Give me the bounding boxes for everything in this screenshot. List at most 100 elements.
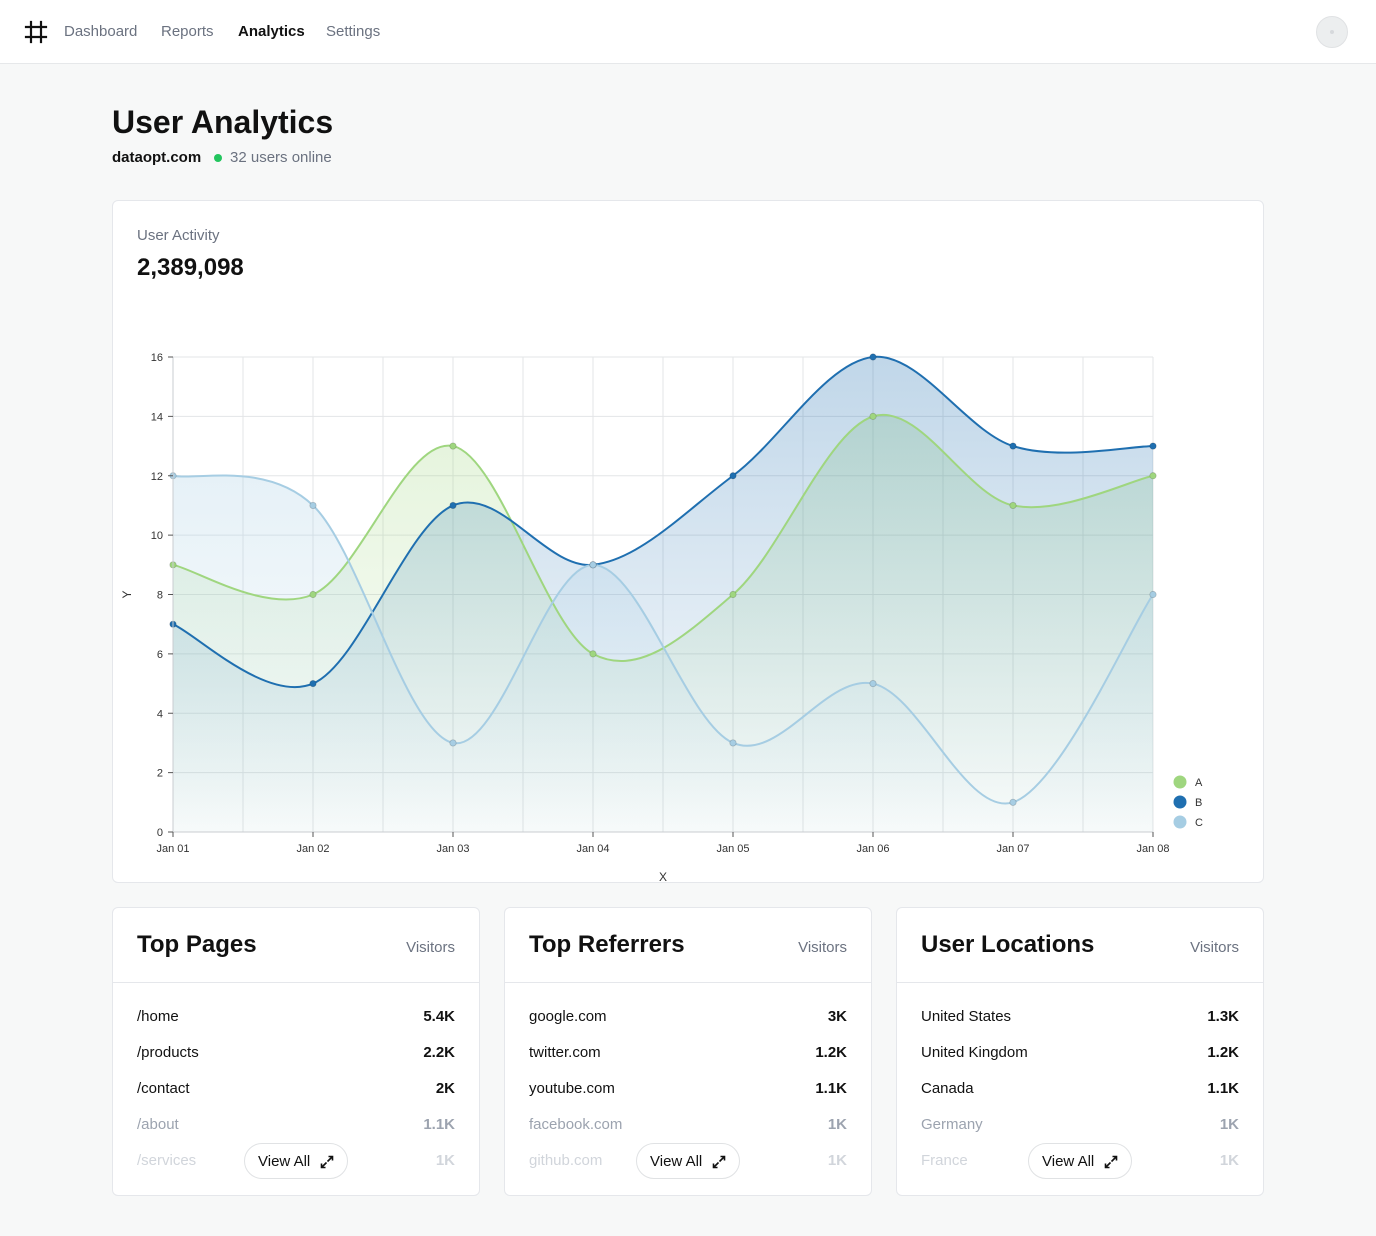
y-axis-label: Y	[120, 590, 134, 598]
list-item[interactable]: google.com 3K	[529, 1007, 847, 1027]
expand-icon	[320, 1155, 334, 1169]
x-tick-label: Jan 04	[576, 843, 609, 855]
y-tick-label: 12	[151, 471, 163, 483]
data-point-C	[729, 739, 737, 747]
user-locations-card: User Locations Visitors United States 1.3…	[896, 907, 1264, 1196]
nav-link-analytics[interactable]: Analytics	[238, 22, 305, 42]
online-status-dot	[214, 154, 222, 162]
list-item[interactable]: /about 1.1K	[137, 1115, 455, 1135]
x-tick-label: Jan 07	[996, 843, 1029, 855]
list-item-name: Canada	[921, 1080, 974, 1097]
list-item-name: /home	[137, 1008, 179, 1025]
legend-swatch-C	[1173, 815, 1187, 829]
data-point-A	[869, 412, 877, 420]
list-item-value: 1K	[1219, 1152, 1239, 1169]
visitors-column-header: Visitors	[798, 939, 847, 956]
view-all-pages-button[interactable]: View All	[244, 1143, 348, 1179]
list-item[interactable]: United Kingdom 1.2K	[921, 1043, 1239, 1063]
x-tick-label: Jan 08	[1136, 843, 1169, 855]
legend-label-C: C	[1195, 817, 1203, 829]
list-item[interactable]: /contact 2K	[137, 1079, 455, 1099]
list-item-value: 1.1K	[1207, 1080, 1239, 1097]
list-item-name: /products	[137, 1044, 199, 1061]
list-item-value: 5.4K	[423, 1008, 455, 1025]
view-all-referrers-button[interactable]: View All	[636, 1143, 740, 1179]
user-locations-title: User Locations	[921, 931, 1095, 958]
y-tick-label: 16	[151, 352, 163, 364]
top-referrers-card: Top Referrers Visitors google.com 3K twit…	[504, 907, 872, 1196]
nav-link-settings[interactable]: Settings	[326, 22, 380, 42]
divider	[897, 982, 1263, 983]
list-item[interactable]: facebook.com 1K	[529, 1115, 847, 1135]
top-referrers-title: Top Referrers	[529, 931, 685, 958]
data-point-A	[449, 442, 457, 450]
list-item-name: google.com	[529, 1008, 607, 1025]
list-item[interactable]: Germany 1K	[921, 1115, 1239, 1135]
list-item[interactable]: youtube.com 1.1K	[529, 1079, 847, 1099]
data-point-A	[729, 590, 737, 599]
nav-link-reports[interactable]: Reports	[161, 22, 214, 42]
list-item-name: France	[921, 1152, 968, 1169]
top-pages-title: Top Pages	[137, 931, 257, 958]
data-point-C	[309, 501, 317, 510]
data-point-C	[449, 739, 457, 747]
list-item[interactable]: Canada 1.1K	[921, 1079, 1239, 1099]
x-tick-label: Jan 05	[716, 843, 749, 855]
user-activity-card: User Activity 2,389,098 0 2 4 6 8 10 12 14 16 Jan…	[112, 200, 1264, 883]
list-item-name: United States	[921, 1008, 1012, 1025]
top-pages-card: Top Pages Visitors /home 5.4K /products 2.…	[112, 907, 480, 1196]
list-item-value: 1.1K	[815, 1080, 847, 1097]
list-item[interactable]: /home 5.4K	[137, 1007, 455, 1027]
list-item-name: /contact	[137, 1080, 190, 1097]
y-tick-label: 10	[151, 530, 163, 542]
data-point-B	[869, 353, 877, 361]
list-item[interactable]: United States 1.3K	[921, 1007, 1239, 1027]
data-point-A	[309, 590, 317, 599]
list-item-name: youtube.com	[529, 1080, 615, 1097]
user-avatar[interactable]	[1316, 16, 1348, 48]
online-users-count: 32 users online	[230, 149, 332, 166]
data-point-A	[1009, 501, 1017, 510]
data-point-A	[1149, 472, 1157, 480]
list-item-value: 2.2K	[423, 1044, 455, 1061]
data-point-C	[869, 679, 877, 688]
data-point-B	[1009, 442, 1017, 450]
list-item-name: /services	[137, 1152, 197, 1169]
data-point-C	[1009, 798, 1017, 806]
view-all-locations-button[interactable]: View All	[1028, 1143, 1132, 1179]
x-tick-label: Jan 02	[296, 843, 329, 855]
data-point-B	[309, 679, 317, 688]
legend-label-A: A	[1195, 777, 1203, 789]
list-item-value: 1.3K	[1207, 1008, 1239, 1025]
view-all-label: View All	[258, 1153, 311, 1170]
data-point-C	[589, 561, 597, 569]
y-tick-label: 14	[151, 411, 163, 423]
y-tick-label: 4	[157, 708, 163, 720]
divider	[505, 982, 871, 983]
y-tick-label: 6	[157, 649, 163, 661]
list-item-value: 1K	[1219, 1116, 1239, 1133]
data-point-B	[729, 472, 737, 480]
y-tick-label: 2	[157, 768, 163, 780]
top-nav: Dashboard Reports Analytics Settings	[0, 0, 1376, 64]
x-tick-label: Jan 03	[436, 843, 469, 855]
nav-link-dashboard[interactable]: Dashboard	[64, 22, 137, 42]
list-item-name: github.com	[529, 1152, 603, 1169]
list-item-name: twitter.com	[529, 1044, 601, 1061]
divider	[113, 982, 479, 983]
x-tick-label: Jan 01	[156, 843, 189, 855]
visitors-column-header: Visitors	[1190, 939, 1239, 956]
expand-icon	[1104, 1155, 1118, 1169]
list-item-name: United Kingdom	[921, 1044, 1028, 1061]
user-activity-chart: 0 2 4 6 8 10 12 14 16 Jan 01 Jan 02 Jan 03 Jan 04 Jan…	[120, 352, 1203, 882]
list-item[interactable]: twitter.com 1.2K	[529, 1043, 847, 1063]
data-point-A	[589, 650, 597, 658]
list-item[interactable]: /products 2.2K	[137, 1043, 455, 1063]
x-axis-label: X	[659, 870, 667, 882]
hash-icon[interactable]	[24, 20, 48, 44]
site-domain: dataopt.com	[112, 149, 202, 166]
view-all-label: View All	[650, 1153, 703, 1170]
list-item-value: 1K	[827, 1116, 847, 1133]
list-item-value: 1.2K	[1207, 1044, 1239, 1061]
expand-icon	[712, 1155, 726, 1169]
